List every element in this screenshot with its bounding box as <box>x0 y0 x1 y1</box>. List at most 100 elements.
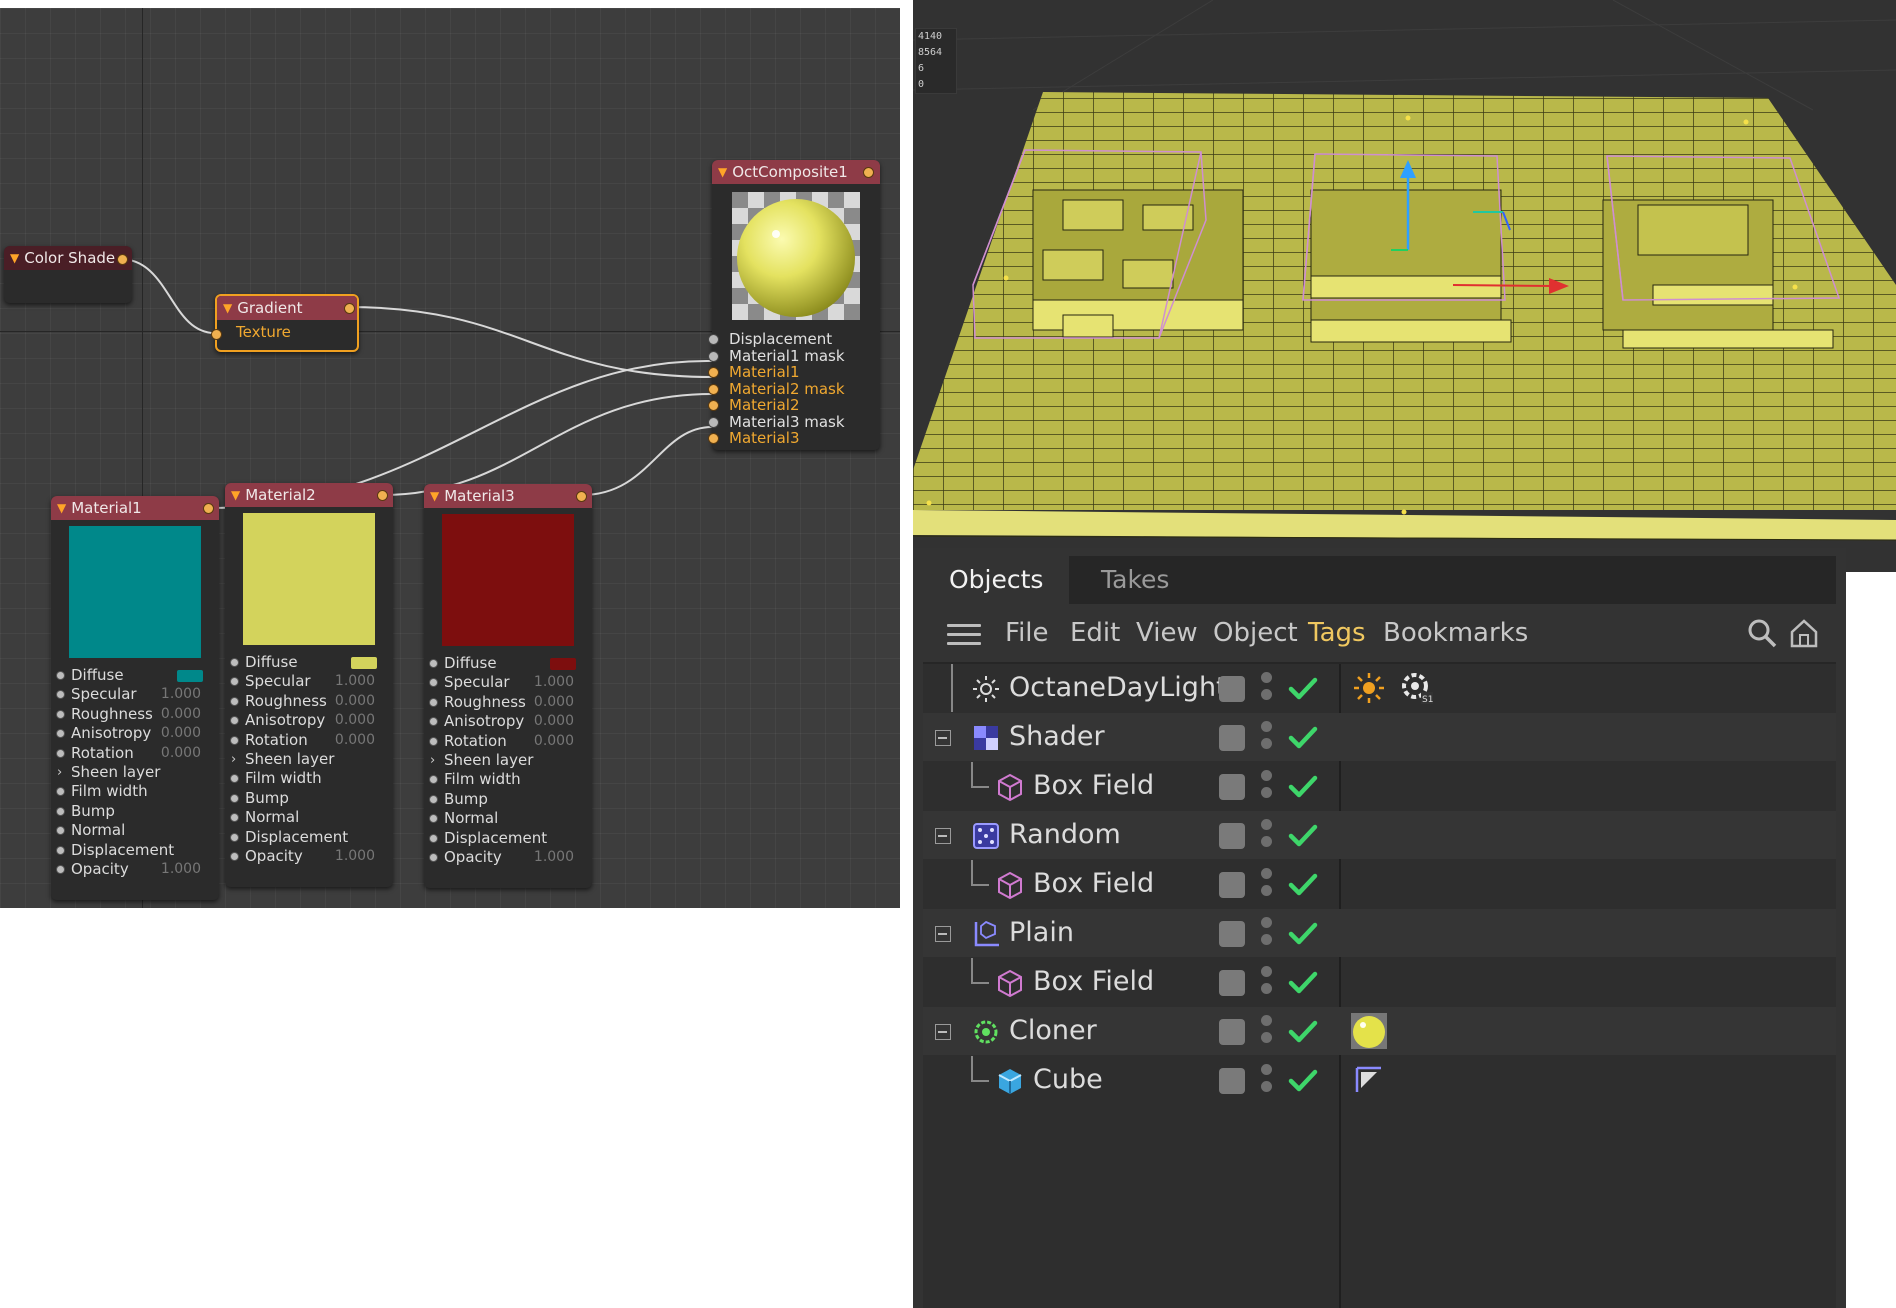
enabled-check-icon[interactable] <box>1287 672 1319 704</box>
visibility-dots-icon[interactable] <box>1261 672 1273 706</box>
param-input-port[interactable] <box>429 814 438 824</box>
object-name[interactable]: Cube <box>1033 1056 1103 1104</box>
texture-input-port[interactable] <box>211 329 222 340</box>
param-input-port[interactable] <box>429 678 438 688</box>
viewport-scene[interactable] <box>913 0 1896 572</box>
object-row[interactable]: Plain <box>923 909 1836 957</box>
expand-collapse-icon[interactable] <box>935 828 951 844</box>
menu-edit[interactable]: Edit <box>1070 604 1120 662</box>
visibility-dots-icon[interactable] <box>1261 966 1273 1000</box>
search-icon[interactable] <box>1747 618 1777 648</box>
param-input-port[interactable] <box>56 806 65 816</box>
node-material1[interactable]: ▼ Material1 Diffuse Specular 1.000 Roughness 0… <box>51 496 219 900</box>
menu-view[interactable]: View <box>1136 604 1198 662</box>
material-param-row[interactable]: Rotation 0.000 <box>225 731 393 750</box>
collapse-triangle-icon[interactable]: ▼ <box>57 501 66 515</box>
diffuse-swatch[interactable] <box>177 670 203 682</box>
material-param-row[interactable]: Roughness 0.000 <box>51 705 219 724</box>
material-param-row[interactable]: Opacity 1.000 <box>424 848 592 867</box>
material-param-row[interactable]: Anisotropy 0.000 <box>225 711 393 730</box>
object-row[interactable]: Box Field <box>923 762 1836 810</box>
visibility-dots-icon[interactable] <box>1261 721 1273 755</box>
composite-input-port[interactable] <box>708 416 719 428</box>
material-tag-icon[interactable] <box>1351 1013 1387 1049</box>
param-input-port[interactable] <box>230 735 239 745</box>
material-param-row[interactable]: Film width <box>51 782 219 801</box>
tab-objects[interactable]: Objects <box>923 556 1070 604</box>
expand-chevron-icon[interactable]: › <box>430 751 435 770</box>
material-param-row[interactable]: Diffuse <box>225 653 393 672</box>
visibility-dots-icon[interactable] <box>1261 770 1273 804</box>
param-input-port[interactable] <box>56 671 65 680</box>
material-param-row[interactable]: Bump <box>225 789 393 808</box>
layer-color-box[interactable] <box>1219 823 1245 849</box>
layer-color-box[interactable] <box>1219 872 1245 898</box>
param-input-port[interactable] <box>429 794 438 804</box>
layer-color-box[interactable] <box>1219 676 1245 702</box>
menu-tags[interactable]: Tags <box>1308 604 1366 662</box>
material-param-row[interactable]: Bump <box>424 790 592 809</box>
home-icon[interactable] <box>1789 618 1819 648</box>
menu-object[interactable]: Object <box>1213 604 1298 662</box>
material-param-row[interactable]: Diffuse <box>51 666 219 685</box>
object-name[interactable]: OctaneDayLight <box>1009 664 1227 712</box>
object-name[interactable]: Box Field <box>1033 958 1154 1006</box>
material-param-row[interactable]: Opacity 1.000 <box>225 847 393 866</box>
object-row[interactable]: Box Field <box>923 860 1836 908</box>
output-port[interactable] <box>117 254 128 265</box>
param-input-port[interactable] <box>56 748 65 758</box>
material-param-row[interactable]: Rotation 0.000 <box>424 732 592 751</box>
param-input-port[interactable] <box>56 845 65 855</box>
object-name[interactable]: Box Field <box>1033 860 1154 908</box>
node-header[interactable]: ▼ OctComposite1 <box>712 160 880 184</box>
layer-color-box[interactable] <box>1219 725 1245 751</box>
material-param-row[interactable]: Displacement <box>225 828 393 847</box>
collapse-triangle-icon[interactable]: ▼ <box>223 301 232 315</box>
param-input-port[interactable] <box>230 774 239 784</box>
node-color-shade[interactable]: ▼ Color Shade <box>4 246 132 303</box>
material-param-row[interactable]: Specular 1.000 <box>225 672 393 691</box>
object-row[interactable]: Random <box>923 811 1836 859</box>
composite-input-port[interactable] <box>708 367 719 378</box>
node-header[interactable]: ▼ Gradient <box>217 296 357 320</box>
enabled-check-icon[interactable] <box>1287 868 1319 900</box>
visibility-dots-icon[interactable] <box>1261 917 1273 951</box>
object-name[interactable]: Box Field <box>1033 762 1154 810</box>
collapse-triangle-icon[interactable]: ▼ <box>718 165 727 179</box>
sun-tag-icon[interactable] <box>1351 670 1387 706</box>
collapse-triangle-icon[interactable]: ▼ <box>430 489 439 503</box>
layer-color-box[interactable] <box>1219 1068 1245 1094</box>
hamburger-menu-icon[interactable] <box>947 624 981 646</box>
expand-chevron-icon[interactable]: › <box>231 750 236 769</box>
collapse-triangle-icon[interactable]: ▼ <box>231 488 240 502</box>
object-row[interactable]: Shader <box>923 713 1836 761</box>
expand-collapse-icon[interactable] <box>935 926 951 942</box>
object-row[interactable]: Box Field <box>923 958 1836 1006</box>
material-param-row[interactable]: Rotation 0.000 <box>51 744 219 763</box>
menu-file[interactable]: File <box>1005 604 1049 662</box>
param-input-port[interactable] <box>429 697 438 707</box>
param-input-port[interactable] <box>429 833 438 843</box>
param-input-port[interactable] <box>56 865 65 874</box>
param-input-port[interactable] <box>56 729 65 739</box>
param-input-port[interactable] <box>230 813 239 823</box>
material-param-row[interactable]: › Sheen layer <box>51 763 219 782</box>
material-param-row[interactable]: Film width <box>424 770 592 789</box>
param-input-port[interactable] <box>429 736 438 746</box>
material-param-row[interactable]: › Sheen layer <box>424 751 592 770</box>
layer-color-box[interactable] <box>1219 774 1245 800</box>
material-param-row[interactable]: Opacity 1.000 <box>51 860 219 879</box>
param-input-port[interactable] <box>429 775 438 785</box>
menu-bookmarks[interactable]: Bookmarks <box>1383 604 1528 662</box>
material-param-row[interactable]: Normal <box>225 808 393 827</box>
node-header[interactable]: ▼ Material3 <box>424 484 592 508</box>
output-port[interactable] <box>344 303 355 314</box>
collapse-triangle-icon[interactable]: ▼ <box>10 251 19 265</box>
param-input-port[interactable] <box>230 696 239 706</box>
param-input-port[interactable] <box>230 716 239 726</box>
object-name[interactable]: Cloner <box>1009 1007 1097 1055</box>
material-param-row[interactable]: Anisotropy 0.000 <box>51 724 219 743</box>
material-param-row[interactable]: Anisotropy 0.000 <box>424 712 592 731</box>
object-name[interactable]: Plain <box>1009 909 1074 957</box>
visibility-dots-icon[interactable] <box>1261 1064 1273 1098</box>
